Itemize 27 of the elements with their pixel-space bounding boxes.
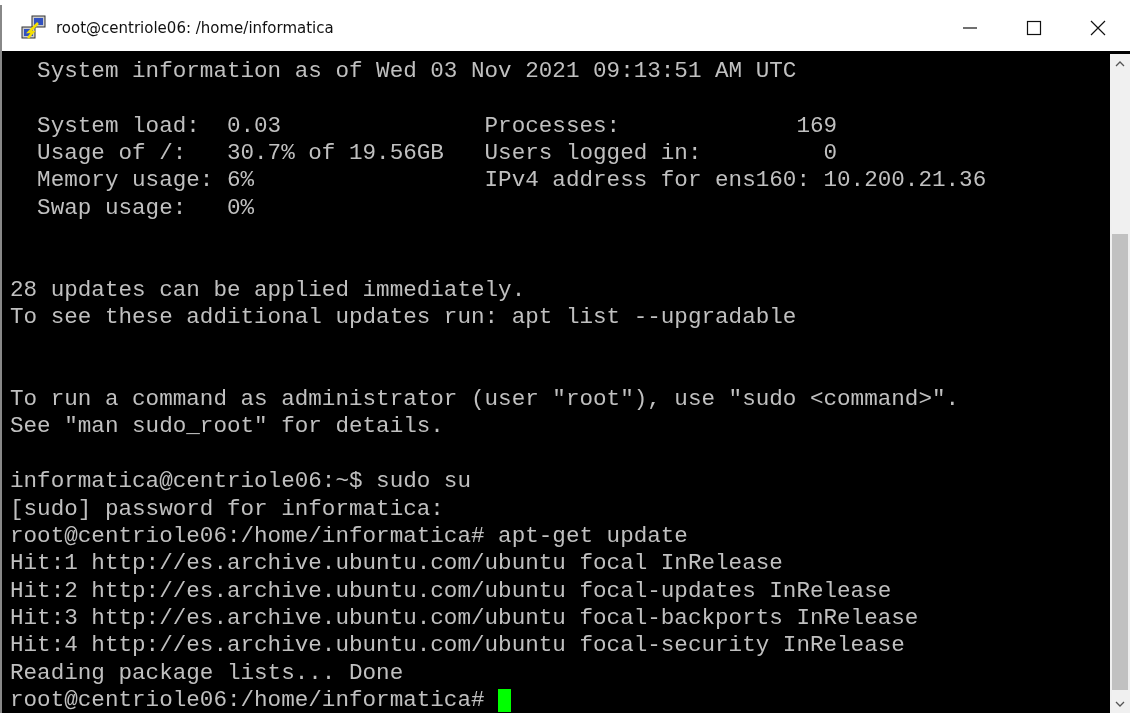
terminal-line: Reading package lists... Done	[10, 659, 404, 687]
terminal-line: System load: 0.03 Processes: 169	[36, 112, 838, 141]
shell-prompt: root@centriole06:/home/informatica#	[10, 686, 486, 713]
terminal-line: Hit:3 http://es.archive.ubuntu.com/ubuntu focal-backports InRelease	[10, 604, 919, 633]
terminal-line: System information as of Wed 03 Nov 2021 09:13:51 AM UTC	[36, 58, 797, 86]
terminal-line: Hit:1 http://es.archive.ubuntu.com/ubuntu focal InRelease	[10, 550, 783, 578]
terminal-line: To see these additional updates run: apt list --upgradable	[10, 304, 797, 332]
terminal-line: [sudo] password for informatica:	[10, 495, 444, 523]
terminal-line: 28 updates can be applied immediately.	[10, 276, 526, 305]
terminal-line: Hit:4 http://es.archive.ubuntu.com/ubuntu focal-security InRelease	[10, 632, 905, 660]
terminal-line: See "man sudo_root" for details.	[10, 413, 444, 441]
terminal-line: Hit:2 http://es.archive.ubuntu.com/ubuntu focal-updates InRelease	[10, 577, 892, 605]
terminal-line: informatica@centriole06:~$ sudo su	[10, 468, 471, 496]
maximize-icon	[1025, 19, 1043, 37]
terminal-line: Swap usage: 0%	[36, 194, 255, 223]
text-cursor	[498, 689, 512, 713]
terminal-line: To run a command as administrator (user "root"), use "sudo <command>".	[10, 386, 960, 414]
terminal-line: Memory usage: 6% IPv4 address for ens160: 10.200.21.36	[36, 167, 987, 195]
close-icon	[1089, 19, 1107, 37]
scrollbar-thumb[interactable]	[1112, 234, 1128, 691]
minimize-icon	[961, 27, 979, 29]
computers-icon	[20, 15, 48, 41]
scroll-down-icon[interactable]	[1115, 700, 1125, 709]
scroll-up-icon[interactable]	[1115, 60, 1125, 68]
terminal-line: root@centriole06:/home/informatica# apt-get update	[10, 522, 688, 551]
window-title: root@centriole06: /home/informatica	[56, 19, 335, 37]
terminal-line: Usage of /: 30.7% of 19.56GB Users logged in: 0	[36, 140, 838, 168]
